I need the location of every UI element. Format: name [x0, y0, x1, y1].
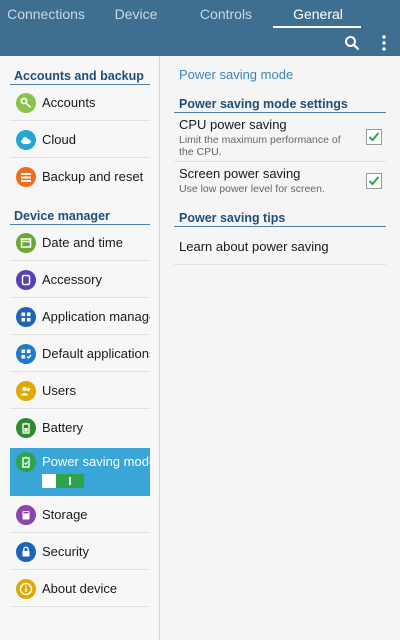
info-icon [16, 579, 36, 599]
learn-about-power-saving-link[interactable]: Learn about power saving [179, 239, 329, 254]
section-divider [174, 226, 386, 227]
divider [10, 408, 150, 409]
sidebar-item-accessory[interactable]: Accessory [10, 262, 150, 298]
sidebar-item-label: Application manager [42, 309, 150, 324]
sidebar-item-label: Storage [42, 507, 88, 522]
divider [10, 297, 150, 298]
battery-icon [16, 418, 36, 438]
sidebar-item-storage[interactable]: Storage [10, 497, 150, 533]
top-bar: Connections Device Controls General [0, 0, 400, 56]
settings-section-header: Power saving mode settings [179, 97, 348, 111]
users-icon [16, 381, 36, 401]
storage-icon [16, 505, 36, 525]
sidebar-item-about-device[interactable]: About device [10, 571, 150, 607]
divider [10, 532, 150, 533]
page-title: Power saving mode [179, 67, 294, 82]
key-icon [16, 93, 36, 113]
tab-controls[interactable]: Controls [191, 6, 261, 26]
sidebar-item-label: Backup and reset [42, 169, 144, 184]
sidebar-item-default-applications[interactable]: Default applications [10, 336, 150, 372]
sidebar: Accounts and backup Accounts Cloud Backu… [0, 56, 160, 640]
backup-icon [16, 167, 36, 187]
divider [174, 161, 386, 162]
divider [10, 334, 150, 335]
divider [10, 606, 150, 607]
setting-title: Screen power saving [179, 166, 301, 181]
tab-general[interactable]: General [276, 6, 360, 26]
section-header-device-manager: Device manager [14, 209, 110, 223]
sidebar-item-label: About device [42, 581, 118, 596]
sidebar-item-accounts[interactable]: Accounts [10, 85, 150, 121]
tab-connections[interactable]: Connections [6, 6, 86, 26]
sidebar-item-label: Accounts [42, 95, 96, 110]
search-icon[interactable] [341, 32, 363, 54]
section-header-accounts-backup: Accounts and backup [14, 69, 144, 83]
setting-title: CPU power saving [179, 117, 287, 132]
section-divider [174, 112, 386, 113]
sidebar-item-label: Users [42, 383, 76, 398]
tab-device[interactable]: Device [104, 6, 168, 26]
calendar-icon [16, 233, 36, 253]
sidebar-item-label: Security [42, 544, 89, 559]
sidebar-item-label: Cloud [42, 132, 76, 147]
sidebar-item-date-time[interactable]: Date and time [10, 225, 150, 261]
cloud-icon [16, 130, 36, 150]
active-tab-indicator [273, 26, 361, 28]
sidebar-item-label: Power saving mode [42, 454, 150, 469]
sidebar-item-backup-reset[interactable]: Backup and reset [10, 159, 150, 195]
detail-pane: Power saving mode Power saving mode sett… [160, 56, 400, 640]
screen-power-saving-row[interactable]: Screen power saving Use low power level … [174, 166, 386, 198]
sidebar-item-security[interactable]: Security [10, 534, 150, 570]
cpu-power-saving-checkbox[interactable] [366, 129, 382, 145]
sidebar-item-cloud[interactable]: Cloud [10, 122, 150, 158]
sidebar-item-label: Date and time [42, 235, 123, 250]
toggle-on-indicator [69, 477, 71, 485]
setting-subtitle: Use low power level for screen. [179, 183, 325, 195]
divider [10, 157, 150, 158]
divider [10, 260, 150, 261]
default-apps-icon [16, 344, 36, 364]
sidebar-item-label: Accessory [42, 272, 102, 287]
sidebar-item-power-saving-mode[interactable]: Power saving mode [10, 448, 150, 496]
sidebar-item-users[interactable]: Users [10, 373, 150, 409]
sidebar-item-application-manager[interactable]: Application manager [10, 299, 150, 335]
sidebar-item-battery[interactable]: Battery [10, 410, 150, 446]
cpu-power-saving-row[interactable]: CPU power saving Limit the maximum perfo… [174, 117, 386, 158]
accessory-icon [16, 270, 36, 290]
divider [174, 264, 386, 265]
power-saving-icon [16, 452, 36, 472]
screen-power-saving-checkbox[interactable] [366, 173, 382, 189]
divider [10, 371, 150, 372]
sidebar-item-label: Default applications [42, 346, 150, 361]
setting-subtitle: Limit the maximum performance of the CPU… [179, 134, 341, 158]
divider [10, 569, 150, 570]
tab-bar: Connections Device Controls General [0, 0, 400, 30]
sidebar-item-label: Battery [42, 420, 84, 435]
divider [10, 120, 150, 121]
more-vert-icon[interactable] [373, 32, 395, 54]
tips-section-header: Power saving tips [179, 211, 286, 225]
apps-grid-icon [16, 307, 36, 327]
power-saving-toggle[interactable] [42, 474, 84, 488]
lock-icon [16, 542, 36, 562]
